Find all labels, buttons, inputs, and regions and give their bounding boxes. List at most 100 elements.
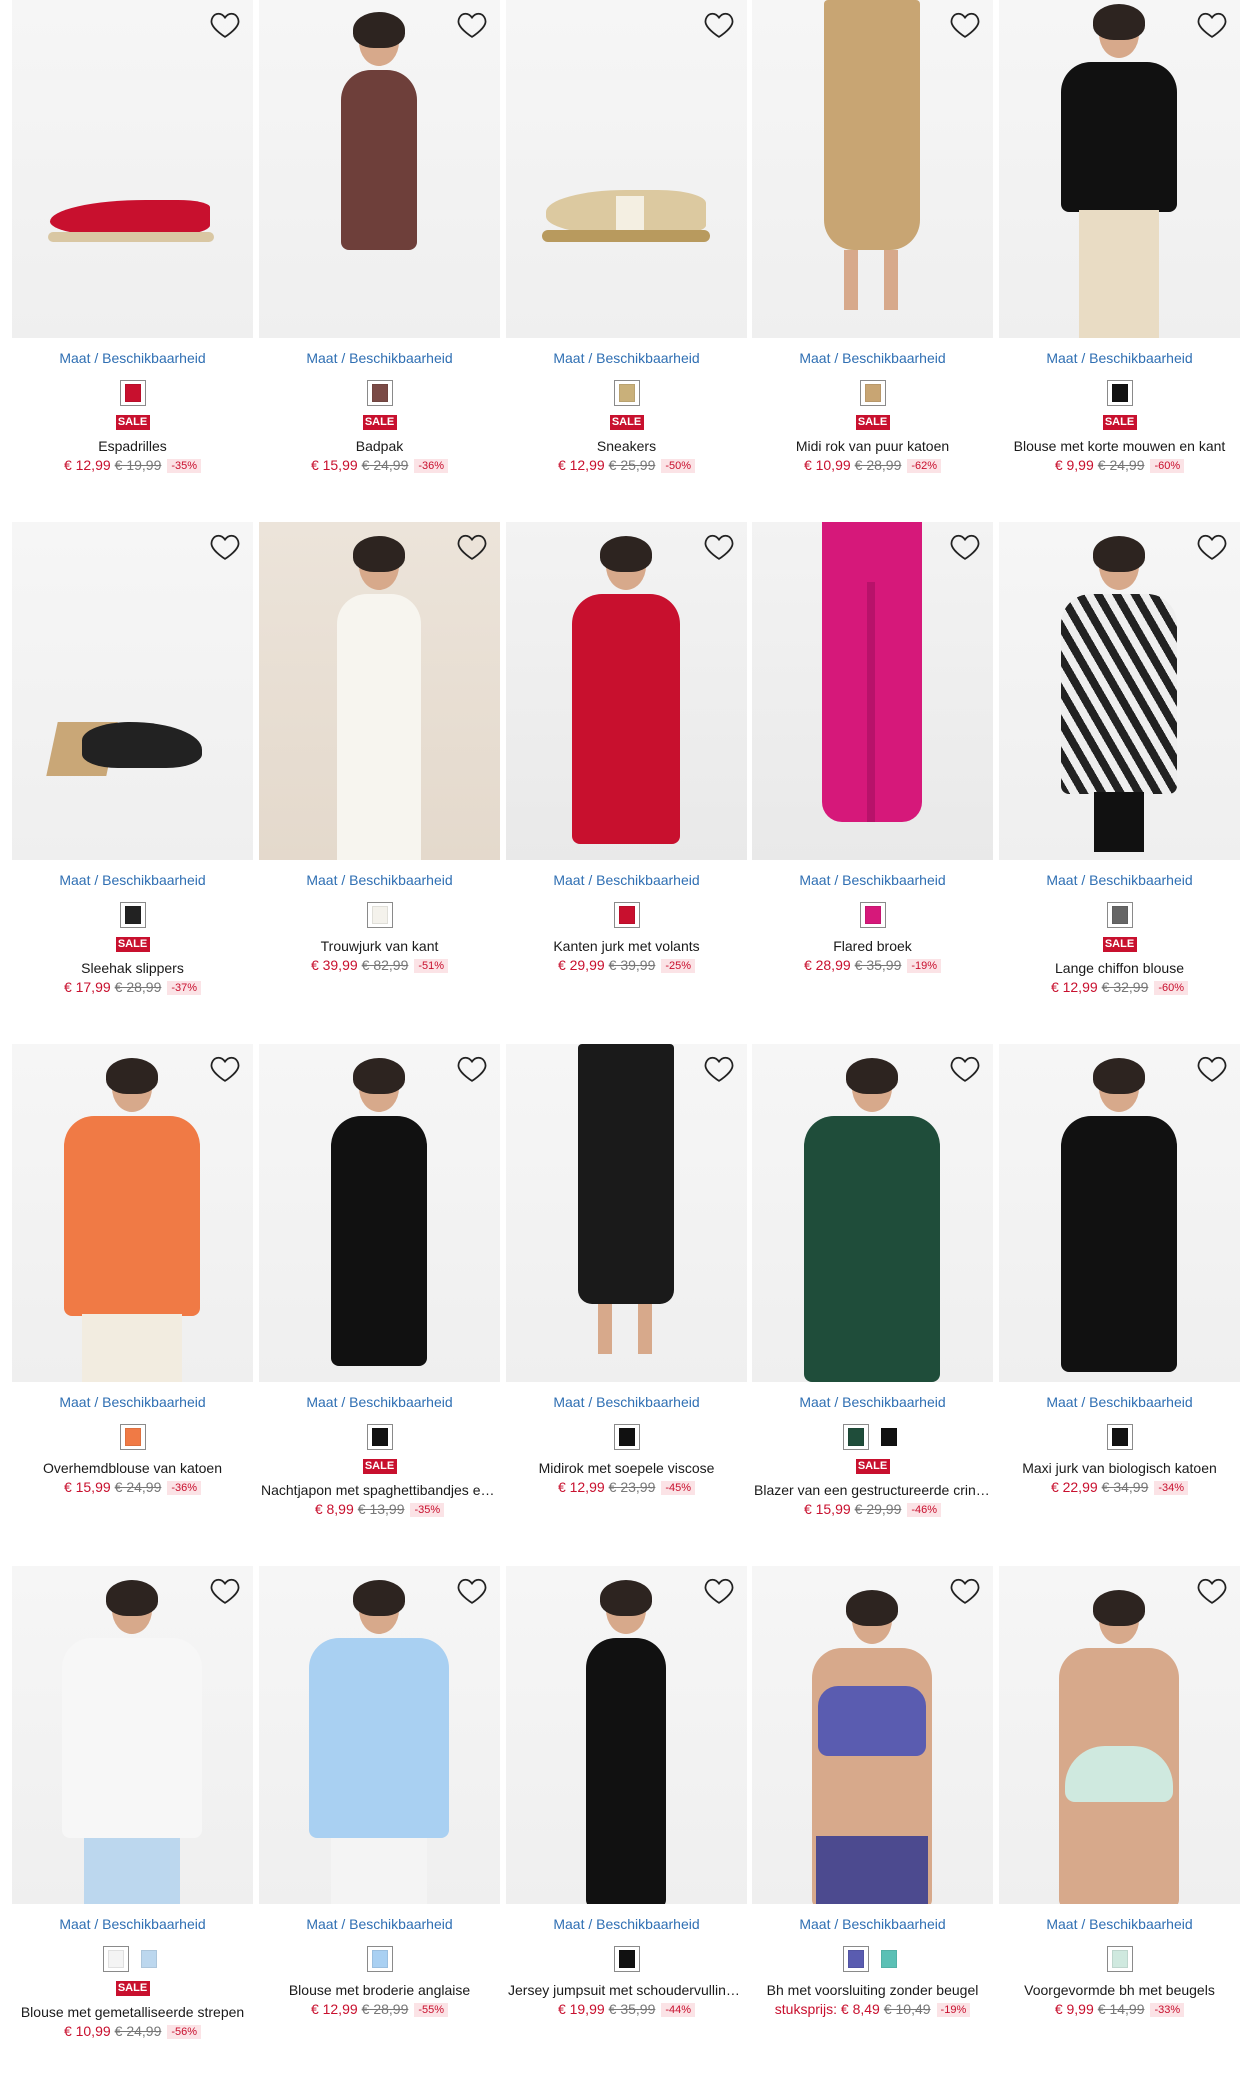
product-image[interactable] — [999, 522, 1240, 860]
size-availability-link[interactable]: Maat / Beschikbaarheid — [12, 350, 253, 366]
size-availability-link[interactable]: Maat / Beschikbaarheid — [506, 872, 747, 888]
product-name[interactable]: Badpak — [259, 438, 500, 454]
size-availability-link[interactable]: Maat / Beschikbaarheid — [752, 872, 993, 888]
product-name[interactable]: Jersey jumpsuit met schoudervullingen — [506, 1982, 747, 1998]
product-image[interactable] — [259, 1566, 500, 1904]
product-card[interactable]: Maat / Beschikbaarheid Blouse met broderi… — [259, 1566, 500, 2017]
product-image[interactable] — [999, 0, 1240, 338]
product-image[interactable] — [506, 1566, 747, 1904]
color-swatch[interactable] — [119, 380, 146, 406]
color-swatch[interactable] — [366, 1424, 393, 1450]
product-image[interactable] — [506, 522, 747, 860]
product-name[interactable]: Blouse met korte mouwen en kant — [999, 438, 1240, 454]
product-name[interactable]: Trouwjurk van kant — [259, 938, 500, 954]
size-availability-link[interactable]: Maat / Beschikbaarheid — [752, 350, 993, 366]
color-swatch[interactable] — [843, 1424, 869, 1450]
product-image[interactable] — [259, 522, 500, 860]
product-image[interactable] — [12, 1566, 253, 1904]
color-swatch[interactable] — [1106, 1424, 1133, 1450]
product-card[interactable]: Maat / Beschikbaarheid Kanten jurk met vo… — [506, 522, 747, 973]
wishlist-heart-icon[interactable] — [949, 1054, 981, 1084]
product-image[interactable] — [259, 0, 500, 338]
product-card[interactable]: Maat / Beschikbaarheid Midirok met soepel… — [506, 1044, 747, 1495]
size-availability-link[interactable]: Maat / Beschikbaarheid — [12, 1394, 253, 1410]
product-name[interactable]: Midi rok van puur katoen — [752, 438, 993, 454]
product-name[interactable]: Flared broek — [752, 938, 993, 954]
wishlist-heart-icon[interactable] — [209, 532, 241, 562]
product-image[interactable] — [999, 1566, 1240, 1904]
color-swatch[interactable] — [366, 902, 393, 928]
product-name[interactable]: Kanten jurk met volants — [506, 938, 747, 954]
product-card[interactable]: Maat / Beschikbaarheid SALE Lange chiffon … — [999, 522, 1240, 995]
product-card[interactable]: Maat / Beschikbaarheid SALE Sneakers € 12,9… — [506, 0, 747, 473]
size-availability-link[interactable]: Maat / Beschikbaarheid — [752, 1916, 993, 1932]
product-name[interactable]: Blouse met gemetalliseerde strepen — [12, 2004, 253, 2020]
product-image[interactable] — [752, 1566, 993, 1904]
product-card[interactable]: Maat / Beschikbaarheid SALE Sleehak slippe… — [12, 522, 253, 995]
product-card[interactable]: Maat / Beschikbaarheid Bh met voorsluitin… — [752, 1566, 993, 2017]
product-card[interactable]: Maat / Beschikbaarheid Jersey jumpsuit me… — [506, 1566, 747, 2017]
size-availability-link[interactable]: Maat / Beschikbaarheid — [506, 1916, 747, 1932]
size-availability-link[interactable]: Maat / Beschikbaarheid — [259, 1394, 500, 1410]
color-swatch[interactable] — [613, 902, 640, 928]
product-card[interactable]: Maat / Beschikbaarheid Maxi jurk van biol… — [999, 1044, 1240, 1495]
product-image[interactable] — [752, 0, 993, 338]
product-card[interactable]: Maat / Beschikbaarheid Flared broek € 28,9… — [752, 522, 993, 973]
size-availability-link[interactable]: Maat / Beschikbaarheid — [999, 872, 1240, 888]
color-swatch[interactable] — [876, 1946, 902, 1972]
color-swatch[interactable] — [119, 1424, 146, 1450]
wishlist-heart-icon[interactable] — [949, 10, 981, 40]
size-availability-link[interactable]: Maat / Beschikbaarheid — [259, 350, 500, 366]
color-swatch[interactable] — [1106, 380, 1133, 406]
product-image[interactable] — [12, 0, 253, 338]
wishlist-heart-icon[interactable] — [703, 532, 735, 562]
product-name[interactable]: Espadrilles — [12, 438, 253, 454]
product-image[interactable] — [506, 0, 747, 338]
product-card[interactable]: Maat / Beschikbaarheid SALE Blouse met kor… — [999, 0, 1240, 473]
product-image[interactable] — [259, 1044, 500, 1382]
wishlist-heart-icon[interactable] — [209, 1054, 241, 1084]
product-card[interactable]: Maat / Beschikbaarheid SALE Midi rok van p… — [752, 0, 993, 473]
product-card[interactable]: Maat / Beschikbaarheid SALE Blouse met gem… — [12, 1566, 253, 2039]
wishlist-heart-icon[interactable] — [456, 1576, 488, 1606]
color-swatch[interactable] — [859, 380, 886, 406]
size-availability-link[interactable]: Maat / Beschikbaarheid — [506, 1394, 747, 1410]
product-image[interactable] — [752, 1044, 993, 1382]
color-swatch[interactable] — [366, 380, 393, 406]
product-card[interactable]: Maat / Beschikbaarheid SALE Blazer van een… — [752, 1044, 993, 1517]
product-card[interactable]: Maat / Beschikbaarheid SALE Badpak € 15,99 €… — [259, 0, 500, 473]
color-swatch[interactable] — [613, 1946, 640, 1972]
color-swatch[interactable] — [876, 1424, 902, 1450]
color-swatch[interactable] — [1106, 1946, 1133, 1972]
wishlist-heart-icon[interactable] — [456, 10, 488, 40]
product-image[interactable] — [506, 1044, 747, 1382]
product-image[interactable] — [12, 522, 253, 860]
product-card[interactable]: Maat / Beschikbaarheid SALE Espadrilles € 1… — [12, 0, 253, 473]
wishlist-heart-icon[interactable] — [209, 1576, 241, 1606]
product-image[interactable] — [12, 1044, 253, 1382]
color-swatch[interactable] — [613, 380, 640, 406]
wishlist-heart-icon[interactable] — [209, 10, 241, 40]
color-swatch[interactable] — [366, 1946, 393, 1972]
product-name[interactable]: Midirok met soepele viscose — [506, 1460, 747, 1476]
wishlist-heart-icon[interactable] — [1196, 1576, 1228, 1606]
product-name[interactable]: Voorgevormde bh met beugels — [999, 1982, 1240, 1998]
product-name[interactable]: Blouse met broderie anglaise — [259, 1982, 500, 1998]
color-swatch[interactable] — [1106, 902, 1133, 928]
wishlist-heart-icon[interactable] — [1196, 10, 1228, 40]
size-availability-link[interactable]: Maat / Beschikbaarheid — [999, 350, 1240, 366]
size-availability-link[interactable]: Maat / Beschikbaarheid — [259, 1916, 500, 1932]
wishlist-heart-icon[interactable] — [703, 10, 735, 40]
color-swatch[interactable] — [613, 1424, 640, 1450]
product-card[interactable]: Maat / Beschikbaarheid Trouwjurk van kant… — [259, 522, 500, 973]
product-name[interactable]: Lange chiffon blouse — [999, 960, 1240, 976]
color-swatch[interactable] — [843, 1946, 869, 1972]
wishlist-heart-icon[interactable] — [456, 532, 488, 562]
wishlist-heart-icon[interactable] — [456, 1054, 488, 1084]
product-image[interactable] — [752, 522, 993, 860]
size-availability-link[interactable]: Maat / Beschikbaarheid — [12, 872, 253, 888]
product-image[interactable] — [999, 1044, 1240, 1382]
product-name[interactable]: Blazer van een gestructureerde crinkle — [752, 1482, 993, 1498]
product-name[interactable]: Overhemdblouse van katoen — [12, 1460, 253, 1476]
product-card[interactable]: Maat / Beschikbaarheid Overhemdblouse van… — [12, 1044, 253, 1495]
